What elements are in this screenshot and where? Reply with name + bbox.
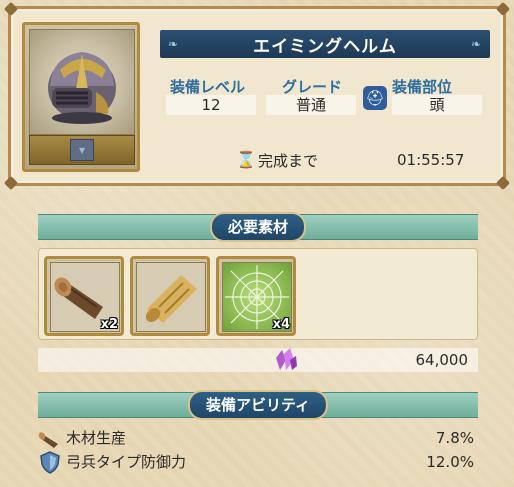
stat-value-grade: 普通 [266,95,356,115]
ability-value-wood: 7.8% [435,429,474,447]
material-qty-web: x4 [272,317,290,332]
material-slot-wood[interactable]: x2 [44,256,124,336]
timer-label: 完成まで [258,151,319,170]
abilities-title: 装備アビリティ [187,390,329,420]
stat-label-slot: 装備部位 [392,78,453,96]
cost-value: 64,000 [415,351,469,369]
helmet-slot-icon: ⛑ [363,86,387,110]
ability-row-archer-defense: 弓兵タイプ防御力 12.0% [38,450,478,474]
ability-name-wood: 木材生産 [66,429,127,447]
stat-label-grade: グレード [282,78,343,96]
craft-timer: ⌛ 完成まで [236,149,318,171]
ability-name-archer-defense: 弓兵タイプ防御力 [66,453,187,471]
ornament-left-icon: ❧ [168,37,180,51]
stat-label-level: 装備レベル [170,78,246,96]
wood-log-icon [38,432,58,448]
shield-icon [40,451,60,474]
helmet-icon [48,52,116,124]
equipment-name: エイミングヘルム [253,36,397,57]
material-slot-parchment[interactable] [130,256,210,336]
purple-crystal-icon [276,348,297,370]
hourglass-icon: ⌛ [236,150,256,169]
equipment-title-bar: ❧ エイミングヘルム ❧ [160,30,490,58]
ability-row-wood: 木材生産 7.8% [38,426,478,450]
abilities-banner: 装備アビリティ [38,390,478,420]
ability-value-archer-defense: 12.0% [426,453,474,471]
stat-value-slot: 頭 [392,95,482,115]
parchment-scroll-icon [145,275,197,323]
cost-row: 64,000 [38,348,478,372]
material-slot-web[interactable]: x4 [216,256,296,336]
material-qty-wood: x2 [100,317,118,332]
equipment-portrait[interactable]: ▾ [22,22,140,172]
materials-title: 必要素材 [209,212,307,242]
slot-badge-icon: ▾ [70,139,94,161]
timer-value: 01:55:57 [397,151,465,169]
portrait-footer: ▾ [29,135,135,165]
ornament-right-icon: ❧ [470,37,482,51]
stat-value-level: 12 [166,95,256,115]
materials-banner: 必要素材 [38,212,478,242]
